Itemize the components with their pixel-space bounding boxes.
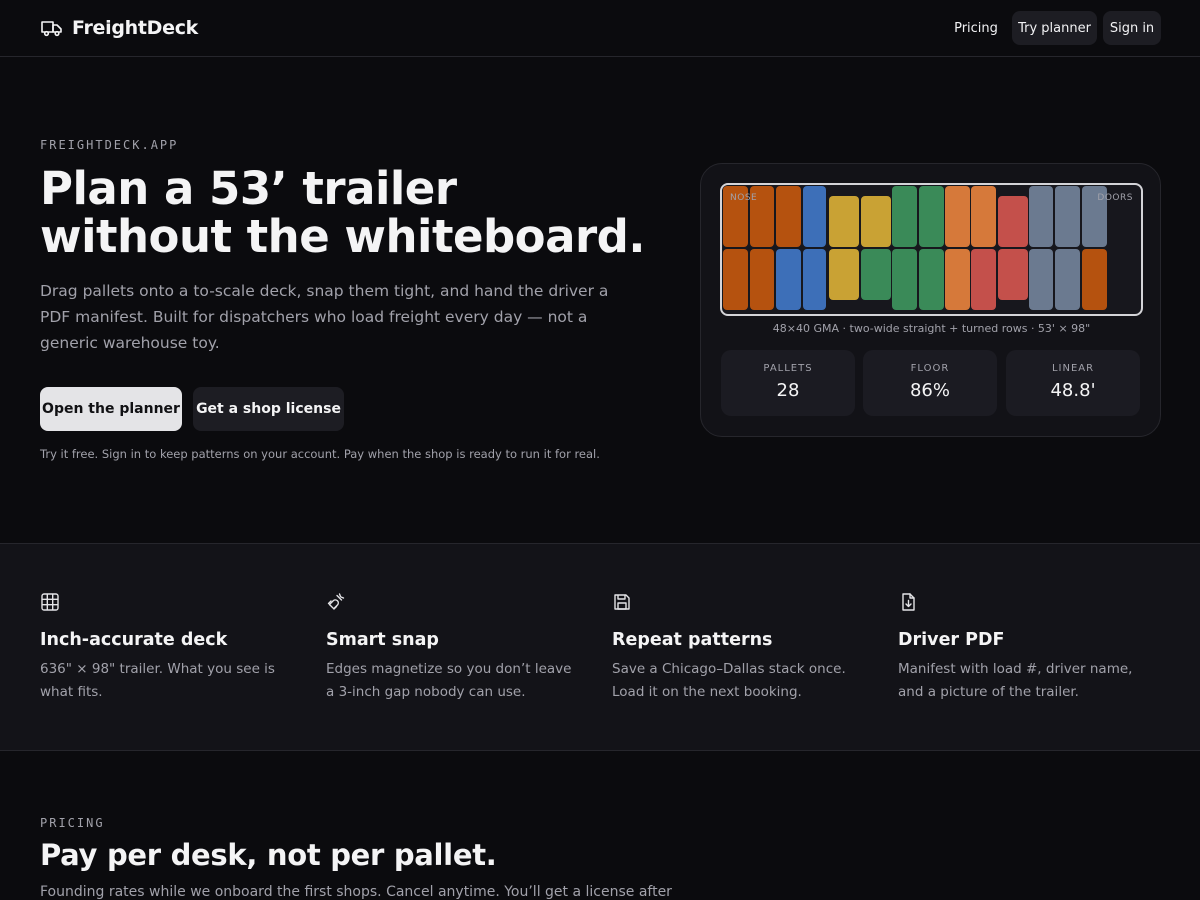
shop-license-button[interactable]: Get a shop license xyxy=(193,387,344,431)
pallet[interactable] xyxy=(1029,249,1053,310)
trailer-preview-card: NOSE DOORS 48×40 GMA · two-wide straight… xyxy=(700,163,1161,437)
pallet[interactable] xyxy=(998,196,1028,247)
pallet[interactable] xyxy=(945,186,970,247)
pallet[interactable] xyxy=(892,249,917,310)
stat-value: 28 xyxy=(776,380,800,401)
truck-icon xyxy=(41,21,62,37)
save-icon xyxy=(614,594,630,610)
hero-note: Try it free. Sign in to keep patterns on… xyxy=(40,447,600,461)
pallet[interactable] xyxy=(750,249,774,310)
brand-name: FreightDeck xyxy=(72,17,198,39)
pallet[interactable] xyxy=(829,249,859,300)
pallet[interactable] xyxy=(723,249,748,310)
pallet[interactable] xyxy=(1029,186,1053,247)
feature-body: Manifest with load #, driver name, and a… xyxy=(898,661,1133,700)
feature-title: Smart snap xyxy=(326,630,439,650)
stat-pallets: PALLETS 28 xyxy=(721,350,855,416)
hero-title-line-2: without the whiteboard. xyxy=(40,210,645,263)
feature-body: 636" × 98" trailer. What you see is what… xyxy=(40,661,275,700)
feature-body: Save a Chicago–Dallas stack once. Load i… xyxy=(612,661,846,700)
pallet[interactable] xyxy=(971,186,996,247)
pricing-subtitle: Founding rates while we onboard the firs… xyxy=(40,884,672,900)
pallet[interactable] xyxy=(1055,249,1080,310)
try-planner-button[interactable]: Try planner xyxy=(1012,11,1097,45)
pallet[interactable] xyxy=(861,196,891,247)
pricing-title: Pay per desk, not per pallet. xyxy=(40,838,497,872)
deck-doors-label: DOORS xyxy=(1097,193,1133,203)
stat-value: 48.8' xyxy=(1050,380,1096,401)
pallet[interactable] xyxy=(861,249,891,300)
feature-title: Driver PDF xyxy=(898,630,1005,650)
stat-value: 86% xyxy=(909,380,950,401)
pallet[interactable] xyxy=(1055,186,1080,247)
pallet[interactable] xyxy=(998,249,1028,300)
hero-title: Plan a 53’ trailer without the whiteboar… xyxy=(40,165,660,261)
pallet[interactable] xyxy=(919,249,944,310)
hero-eyebrow: FREIGHTDECK.APP xyxy=(40,138,179,152)
top-nav: FreightDeck Pricing Try planner Sign in xyxy=(0,0,1200,57)
pallet[interactable] xyxy=(971,249,996,310)
feature-smart-snap: Smart snap Edges magnetize so you don’t … xyxy=(326,592,582,704)
file-download-icon xyxy=(902,593,915,611)
feature-inch-accurate: Inch-accurate deck 636" × 98" trailer. W… xyxy=(40,592,296,704)
features-section: Inch-accurate deck 636" × 98" trailer. W… xyxy=(0,543,1200,751)
sign-in-button[interactable]: Sign in xyxy=(1103,11,1161,45)
hero-subtitle: Drag pallets onto a to-scale deck, snap … xyxy=(40,282,609,352)
stat-linear: LINEAR 48.8' xyxy=(1006,350,1140,416)
pallet[interactable] xyxy=(803,186,826,247)
deck-nose-label: NOSE xyxy=(730,193,758,203)
grid-icon xyxy=(41,593,59,611)
magnet-icon xyxy=(327,593,345,610)
pallet[interactable] xyxy=(803,249,826,310)
pallet[interactable] xyxy=(945,249,970,310)
stat-label: FLOOR xyxy=(910,363,950,374)
feature-title: Inch-accurate deck xyxy=(40,630,228,650)
hero-title-line-1: Plan a 53’ trailer xyxy=(40,162,457,215)
stat-label: PALLETS xyxy=(763,363,813,374)
feature-repeat-patterns: Repeat patterns Save a Chicago–Dallas st… xyxy=(612,592,868,704)
pallet[interactable] xyxy=(776,249,801,310)
pallet[interactable] xyxy=(892,186,917,247)
pallet[interactable] xyxy=(919,186,944,247)
feature-body: Edges magnetize so you don’t leave a 3-i… xyxy=(326,661,572,700)
deck-caption: 48×40 GMA · two-wide straight + turned r… xyxy=(772,322,1091,335)
pallet[interactable] xyxy=(829,196,859,247)
open-planner-button[interactable]: Open the planner xyxy=(40,387,182,431)
trailer-deck[interactable]: NOSE DOORS xyxy=(720,183,1143,316)
stat-floor: FLOOR 86% xyxy=(863,350,997,416)
brand-logo[interactable]: FreightDeck xyxy=(40,15,198,41)
pricing-eyebrow: PRICING xyxy=(40,816,105,830)
feature-driver-pdf: Driver PDF Manifest with load #, driver … xyxy=(898,592,1154,704)
feature-title: Repeat patterns xyxy=(612,630,773,650)
pallet[interactable] xyxy=(776,186,801,247)
stat-label: LINEAR xyxy=(1051,363,1095,374)
nav-pricing-link[interactable]: Pricing xyxy=(946,11,1006,45)
pallet[interactable] xyxy=(1082,249,1107,310)
